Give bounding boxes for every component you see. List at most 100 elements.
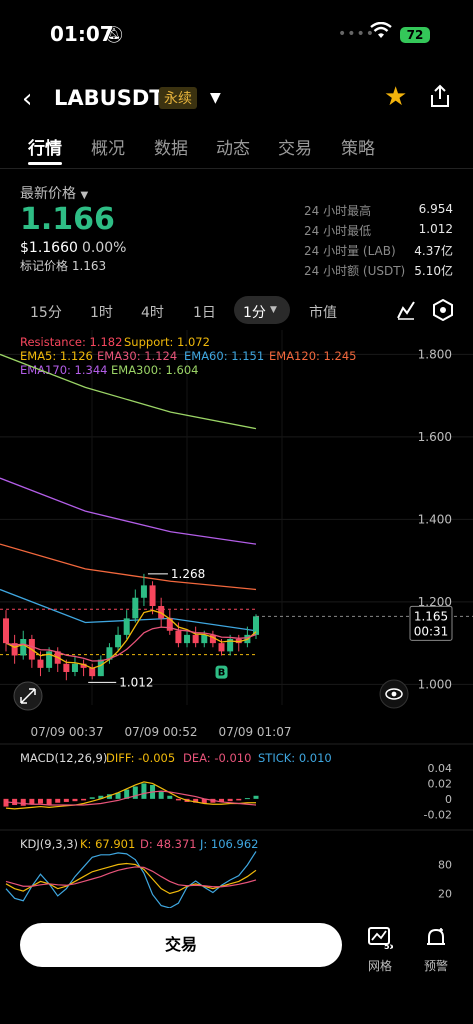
- pair-title[interactable]: LABUSDT: [54, 86, 164, 110]
- resistance-label: Resistance: 1.182: [20, 335, 122, 349]
- indicator-icon[interactable]: [396, 300, 416, 324]
- macd-bar: [29, 798, 35, 805]
- support-label: Support: 1.072: [124, 335, 210, 349]
- timeframe-1d[interactable]: 1日: [193, 302, 216, 322]
- kdj-d-label: D: 48.371: [140, 837, 197, 851]
- tab-data[interactable]: 数据: [154, 134, 188, 159]
- kdj-tick-label: 20: [438, 888, 452, 901]
- high-price-label: 1.268: [171, 567, 205, 581]
- grid-bot-icon[interactable]: 5x: [360, 926, 400, 956]
- kdj-tick-label: 80: [438, 859, 452, 872]
- chevron-down-icon[interactable]: ▼: [210, 90, 221, 106]
- candle-body: [20, 639, 27, 656]
- bell-muted-icon: 🔕︎: [104, 25, 125, 44]
- candle-body: [115, 634, 122, 648]
- candle-body: [63, 663, 70, 672]
- trade-button[interactable]: 交易: [20, 923, 342, 967]
- candle-body: [140, 585, 147, 598]
- candle-body: [3, 618, 9, 644]
- x-tick-label: 07/09 00:37: [31, 725, 104, 739]
- tab-trade[interactable]: 交易: [278, 134, 312, 159]
- usd-price: $1.1660: [20, 240, 78, 256]
- share-icon[interactable]: [428, 84, 452, 114]
- countdown-label: 00:31: [414, 624, 449, 638]
- macd-bar: [46, 798, 52, 806]
- kdj-j-line: [5, 851, 257, 909]
- macd-bar: [158, 791, 164, 799]
- macd-bar: [55, 798, 61, 803]
- current-price-label: 1.165: [414, 609, 448, 623]
- macd-bar: [3, 798, 9, 807]
- ema30-label: EMA30: 1.124: [97, 349, 177, 363]
- macd-bar: [253, 795, 259, 799]
- macd-tick-label: 0.04: [428, 762, 453, 775]
- macd-title: MACD(12,26,9): [20, 751, 107, 765]
- favorite-star-icon[interactable]: ★: [384, 82, 407, 112]
- macd-bar: [12, 798, 18, 806]
- stat-value-turnover: 5.10亿: [414, 264, 453, 278]
- ema120-line: [0, 543, 257, 591]
- candle-body: [97, 659, 104, 677]
- macd-bar: [167, 795, 173, 799]
- timeframe-1h[interactable]: 1时: [90, 302, 113, 322]
- tab-strategy[interactable]: 策略: [341, 134, 375, 159]
- grid-badge: 5x: [384, 942, 393, 950]
- y-tick-label: 1.000: [418, 677, 452, 691]
- macd-diff-label: DIFF: -0.005: [106, 751, 175, 765]
- timeframe-bar: 15分 1时 4时 1日 1分 ▼ 市值: [0, 296, 473, 326]
- x-tick-label: 07/09 00:52: [125, 725, 198, 739]
- tab-overview[interactable]: 概况: [91, 134, 125, 159]
- macd-bar: [175, 798, 181, 801]
- macd-bar: [141, 783, 147, 799]
- macd-bar: [63, 798, 69, 802]
- tab-market[interactable]: 行情: [28, 134, 62, 159]
- ema60-label: EMA60: 1.151: [184, 349, 264, 363]
- wifi-icon: [370, 21, 392, 45]
- candle-body: [89, 667, 96, 677]
- timeframe-4h[interactable]: 4时: [141, 302, 164, 322]
- stat-label-low: 24 小时最低: [304, 224, 372, 238]
- stat-value-volume: 4.37亿: [414, 244, 453, 258]
- candle-body: [71, 663, 78, 672]
- macd-dea-label: DEA: -0.010: [183, 751, 251, 765]
- macd-bar: [227, 798, 233, 802]
- timeframe-15m[interactable]: 15分: [30, 302, 62, 322]
- eye-icon-pupil: [391, 691, 397, 697]
- stat-label-volume: 24 小时量 (LAB): [304, 244, 396, 258]
- macd-tick-label: 0: [445, 793, 452, 806]
- x-tick-label: 07/09 01:07: [219, 725, 292, 739]
- timeframe-selected[interactable]: 1分 ▼: [234, 296, 290, 324]
- buy-signal-label: B: [218, 668, 226, 679]
- last-price-label[interactable]: 最新价格 ▼: [20, 183, 88, 203]
- perpetual-badge: 永续: [159, 87, 197, 109]
- price-change: 0.00%: [82, 240, 127, 256]
- bell-alert-icon[interactable]: [416, 926, 456, 956]
- candle-body: [175, 630, 182, 644]
- battery-icon: 72: [400, 27, 430, 43]
- macd-bar: [37, 798, 43, 804]
- candle-body: [218, 643, 225, 652]
- settings-hexagon-icon[interactable]: [432, 298, 454, 325]
- chevron-down-icon: ▼: [270, 305, 277, 315]
- y-tick-label: 1.600: [418, 430, 452, 444]
- ema300-label: EMA300: 1.604: [111, 363, 198, 377]
- timeframe-selected-label: 1分: [243, 305, 266, 321]
- ema170-label: EMA170: 1.344: [20, 363, 107, 377]
- kdj-title: KDJ(9,3,3): [20, 837, 78, 851]
- candle-body: [184, 634, 191, 644]
- chart-area[interactable]: 1.800 1.600 1.400 1.200 1.000 Resistance: 1.1…: [0, 330, 473, 910]
- tab-news[interactable]: 动态: [216, 134, 250, 159]
- macd-bar: [89, 797, 95, 799]
- stat-label-turnover: 24 小时额 (USDT): [304, 264, 406, 278]
- alert-label[interactable]: 预警: [416, 957, 456, 974]
- candle-body: [201, 634, 208, 644]
- macd-tick-label: -0.02: [424, 808, 452, 821]
- price-chart[interactable]: 1.8001.6001.4001.2001.000Resistance: 1.1…: [0, 330, 473, 910]
- grid-label[interactable]: 网格: [360, 957, 400, 974]
- back-icon[interactable]: ‹: [22, 84, 32, 114]
- kdj-k-label: K: 67.901: [80, 837, 135, 851]
- ema120-label: EMA120: 1.245: [269, 349, 356, 363]
- macd-bar: [236, 798, 242, 801]
- market-cap-toggle[interactable]: 市值: [309, 302, 337, 322]
- macd-bar: [244, 798, 250, 800]
